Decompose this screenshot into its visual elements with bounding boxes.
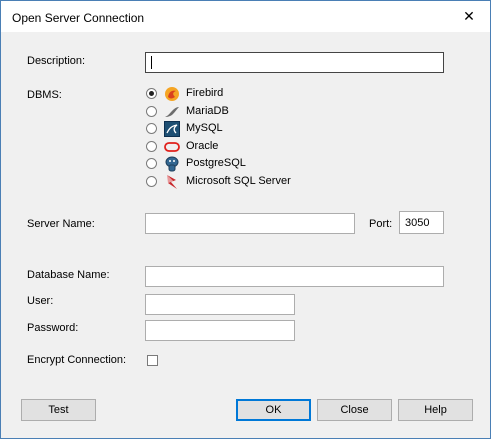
encrypt-connection-checkbox[interactable] <box>147 355 158 366</box>
user-label: User: <box>27 295 54 307</box>
title-bar: Open Server Connection ✕ <box>1 1 490 32</box>
radio-label: MariaDB <box>186 105 229 117</box>
radio-label: Microsoft SQL Server <box>186 175 291 187</box>
ok-button[interactable]: OK <box>236 399 311 421</box>
port-label: Port: <box>369 218 393 230</box>
open-server-connection-dialog: Open Server Connection ✕ Description: DB… <box>0 0 491 439</box>
sqlserver-icon <box>167 175 177 189</box>
dbms-label: DBMS: <box>27 89 62 101</box>
radio-label: MySQL <box>186 122 223 134</box>
user-input[interactable] <box>145 294 295 315</box>
description-label: Description: <box>27 55 86 67</box>
password-label: Password: <box>27 322 79 334</box>
radio-button[interactable] <box>146 141 157 152</box>
test-button[interactable]: Test <box>21 399 96 421</box>
dialog-body: Description: DBMS: Firebird MariaDB MySQ… <box>2 32 489 437</box>
server-name-label: Server Name: <box>27 218 95 230</box>
database-name-input[interactable] <box>145 266 444 287</box>
password-input[interactable] <box>145 320 295 341</box>
radio-label: PostgreSQL <box>186 157 246 169</box>
radio-label: Oracle <box>186 140 219 152</box>
close-button[interactable]: Close <box>317 399 392 421</box>
database-name-label: Database Name: <box>27 269 110 281</box>
encrypt-connection-label: Encrypt Connection: <box>27 354 127 366</box>
firebird-icon <box>165 87 179 101</box>
close-icon[interactable]: ✕ <box>458 6 480 26</box>
radio-button[interactable] <box>146 88 157 99</box>
radio-button[interactable] <box>146 106 157 117</box>
text-caret <box>151 56 152 69</box>
dialog-title: Open Server Connection <box>12 11 145 25</box>
mysql-icon <box>164 121 180 137</box>
radio-button[interactable] <box>146 176 157 187</box>
description-input[interactable] <box>145 52 444 73</box>
radio-label: Firebird <box>186 87 224 99</box>
port-input[interactable]: 3050 <box>399 211 444 234</box>
server-name-input[interactable] <box>145 213 355 234</box>
radio-button[interactable] <box>146 158 157 169</box>
mariadb-icon <box>165 107 179 117</box>
postgresql-icon <box>165 156 179 172</box>
help-button[interactable]: Help <box>398 399 473 421</box>
oracle-icon <box>164 142 180 152</box>
radio-button[interactable] <box>146 123 157 134</box>
